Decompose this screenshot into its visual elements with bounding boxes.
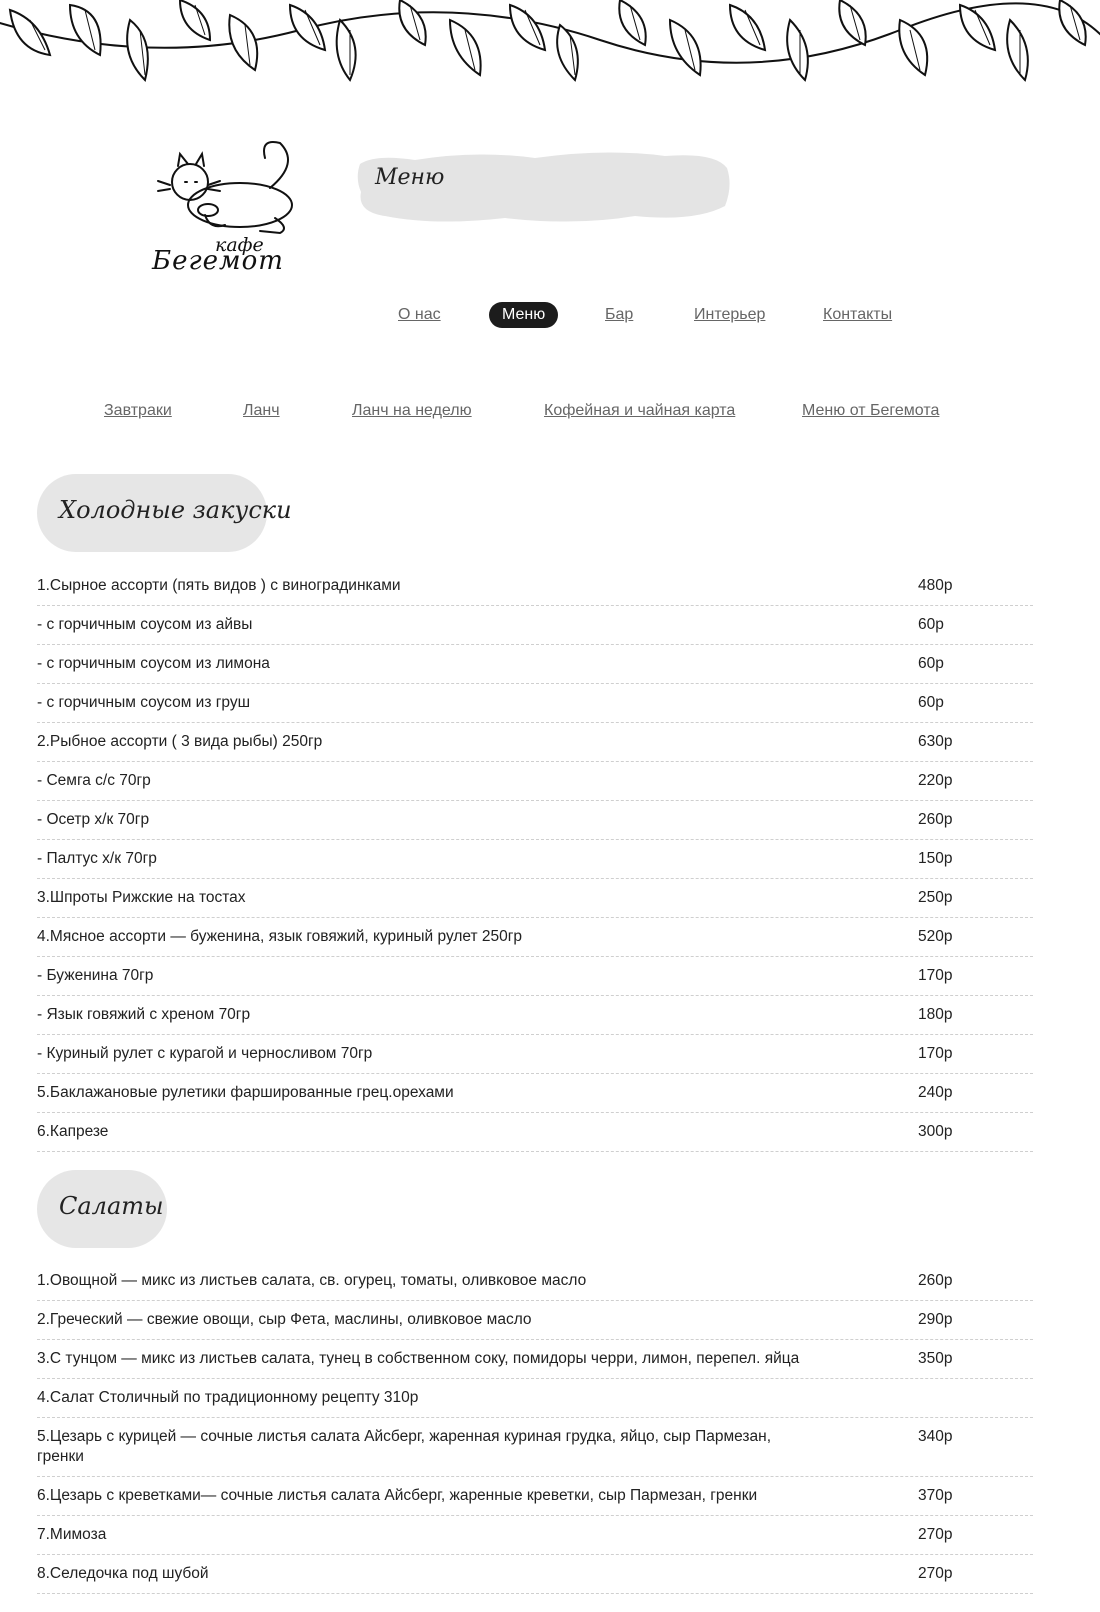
menu-item-name: - Куриный рулет с курагой и черносливом … bbox=[37, 1045, 373, 1062]
menu-item-price: 240р bbox=[918, 1084, 953, 1101]
menu-item: - Буженина 70гр 170р bbox=[37, 957, 1033, 996]
menu-item-name: - с горчичным соусом из лимона bbox=[37, 655, 270, 672]
menu-item: - с горчичным соусом из айвы 60р bbox=[37, 606, 1033, 645]
menu-item-name: 5.Цезарь с курицей — сочные листья салат… bbox=[37, 1428, 772, 1465]
menu-item-price: 220р bbox=[918, 772, 953, 789]
menu-item: 2.Рыбное ассорти ( 3 вида рыбы) 250гр 630… bbox=[37, 723, 1033, 762]
menu-item: 4.Мясное ассорти — буженина, язык говяжи… bbox=[37, 918, 1033, 957]
menu-item-name: - Язык говяжий с хреном 70гр bbox=[37, 1006, 251, 1023]
menu-item-price: 270р bbox=[918, 1526, 953, 1543]
nav-link-interior[interactable]: Интерьер bbox=[694, 306, 765, 324]
menu-item: 5.Цезарь с курицей — сочные листья салат… bbox=[37, 1418, 1033, 1477]
section-heading-cold-starters: Холодные закуски bbox=[37, 474, 292, 552]
menu-item-name: 3.Шпроты Рижские на тостах bbox=[37, 889, 246, 906]
menu-item-price: 170р bbox=[918, 967, 953, 984]
page-title: Меню bbox=[375, 165, 445, 190]
menu-item-price: 150р bbox=[918, 850, 953, 867]
menu-item: - Язык говяжий с хреном 70гр 180р bbox=[37, 996, 1033, 1035]
menu-item: 6.Цезарь с креветками— сочные листья сал… bbox=[37, 1477, 1033, 1516]
menu-item-name: 1.Сырное ассорти (пять видов ) с виногра… bbox=[37, 577, 401, 594]
menu-item-price: 370р bbox=[918, 1487, 953, 1504]
menu-item-price: 60р bbox=[918, 694, 944, 711]
menu-list-cold-starters: 1.Сырное ассорти (пять видов ) с виногра… bbox=[37, 567, 1033, 1152]
menu-item: 8.Селедочка под шубой 270р bbox=[37, 1555, 1033, 1594]
menu-item: 3.С тунцом — микс из листьев салата, тун… bbox=[37, 1340, 1033, 1379]
menu-item: 7.Мимоза 270р bbox=[37, 1516, 1033, 1555]
menu-item-name: - с горчичным соусом из айвы bbox=[37, 616, 253, 633]
menu-item-price: 300р bbox=[918, 1123, 953, 1140]
menu-item-name: 2.Греческий — свежие овощи, сыр Фета, ма… bbox=[37, 1311, 532, 1328]
menu-item-name: - Палтус х/к 70гр bbox=[37, 850, 157, 867]
menu-item-name: 4.Салат Столичный по традиционному рецеп… bbox=[37, 1389, 419, 1406]
menu-item-name: 3.С тунцом — микс из листьев салата, тун… bbox=[37, 1350, 800, 1367]
menu-item-price: 270р bbox=[918, 1565, 953, 1582]
menu-category-navigation: Завтраки Ланч Ланч на неделю Кофейная и … bbox=[0, 402, 1100, 426]
menu-item-price: 60р bbox=[918, 616, 944, 633]
subnav-link-begemot-menu[interactable]: Меню от Бегемота bbox=[802, 402, 939, 420]
menu-item: 1.Сырное ассорти (пять видов ) с виногра… bbox=[37, 567, 1033, 606]
menu-item-name: 7.Мимоза bbox=[37, 1526, 107, 1543]
menu-item-name: - Осетр х/к 70гр bbox=[37, 811, 150, 828]
subnav-link-lunch[interactable]: Ланч bbox=[243, 402, 280, 420]
menu-item-name: 8.Селедочка под шубой bbox=[37, 1565, 209, 1582]
menu-item: - с горчичным соусом из груш 60р bbox=[37, 684, 1033, 723]
menu-item-price: 180р bbox=[918, 1006, 953, 1023]
menu-item: 2.Греческий — свежие овощи, сыр Фета, ма… bbox=[37, 1301, 1033, 1340]
menu-item-price: 170р bbox=[918, 1045, 953, 1062]
menu-item: - с горчичным соусом из лимона 60р bbox=[37, 645, 1033, 684]
menu-item-name: - Семга с/с 70гр bbox=[37, 772, 151, 789]
menu-item-name: - с горчичным соусом из груш bbox=[37, 694, 251, 711]
menu-item-price: 260р bbox=[918, 811, 953, 828]
menu-item-price: 350р bbox=[918, 1350, 953, 1367]
menu-item-name: - Буженина 70гр bbox=[37, 967, 154, 984]
nav-link-bar[interactable]: Бар bbox=[605, 306, 633, 324]
menu-item-name: 2.Рыбное ассорти ( 3 вида рыбы) 250гр bbox=[37, 733, 323, 750]
nav-link-about[interactable]: О нас bbox=[398, 306, 441, 324]
menu-item-name: 4.Мясное ассорти — буженина, язык говяжи… bbox=[37, 928, 523, 945]
menu-item: 3.Шпроты Рижские на тостах 250р bbox=[37, 879, 1033, 918]
section-heading-salads: Салаты bbox=[37, 1170, 167, 1248]
menu-item-price: 60р bbox=[918, 655, 944, 672]
menu-item: 4.Салат Столичный по традиционному рецеп… bbox=[37, 1379, 1033, 1418]
menu-item: 5.Баклажановые рулетики фаршированные гр… bbox=[37, 1074, 1033, 1113]
main-navigation: О нас Меню Бар Интерьер Контакты bbox=[0, 302, 1100, 336]
menu-item-name: 6.Цезарь с креветками— сочные листья сал… bbox=[37, 1487, 758, 1504]
leaf-border-decoration bbox=[0, 0, 1100, 82]
subnav-link-coffee-tea[interactable]: Кофейная и чайная карта bbox=[544, 402, 735, 420]
menu-item: - Куриный рулет с курагой и черносливом … bbox=[37, 1035, 1033, 1074]
menu-item-price: 520р bbox=[918, 928, 953, 945]
menu-item-name: 1.Овощной — микс из листьев салата, св. … bbox=[37, 1272, 587, 1289]
menu-item: - Палтус х/к 70гр 150р bbox=[37, 840, 1033, 879]
section-title: Салаты bbox=[59, 1192, 164, 1220]
logo-label-big: Бегемот bbox=[152, 246, 284, 276]
menu-item-name: 6.Капрезе bbox=[37, 1123, 109, 1140]
subnav-link-breakfast[interactable]: Завтраки bbox=[104, 402, 172, 420]
menu-item-price: 250р bbox=[918, 889, 953, 906]
menu-item: 6.Капрезе 300р bbox=[37, 1113, 1033, 1152]
menu-item-price: 260р bbox=[918, 1272, 953, 1289]
nav-link-menu-active[interactable]: Меню bbox=[489, 302, 559, 328]
menu-item: - Осетр х/к 70гр 260р bbox=[37, 801, 1033, 840]
menu-item-price: 290р bbox=[918, 1311, 953, 1328]
subnav-link-weekly-lunch[interactable]: Ланч на неделю bbox=[352, 402, 472, 420]
menu-list-salads: 1.Овощной — микс из листьев салата, св. … bbox=[37, 1262, 1033, 1594]
menu-item-price: 630р bbox=[918, 733, 953, 750]
nav-link-contacts[interactable]: Контакты bbox=[823, 306, 892, 324]
menu-item-price: 340р bbox=[918, 1428, 953, 1445]
menu-item-price: 480р bbox=[918, 577, 953, 594]
section-title: Холодные закуски bbox=[59, 496, 292, 524]
menu-item-name: 5.Баклажановые рулетики фаршированные гр… bbox=[37, 1084, 454, 1101]
menu-item: 1.Овощной — микс из листьев салата, св. … bbox=[37, 1262, 1033, 1301]
menu-item: - Семга с/с 70гр 220р bbox=[37, 762, 1033, 801]
